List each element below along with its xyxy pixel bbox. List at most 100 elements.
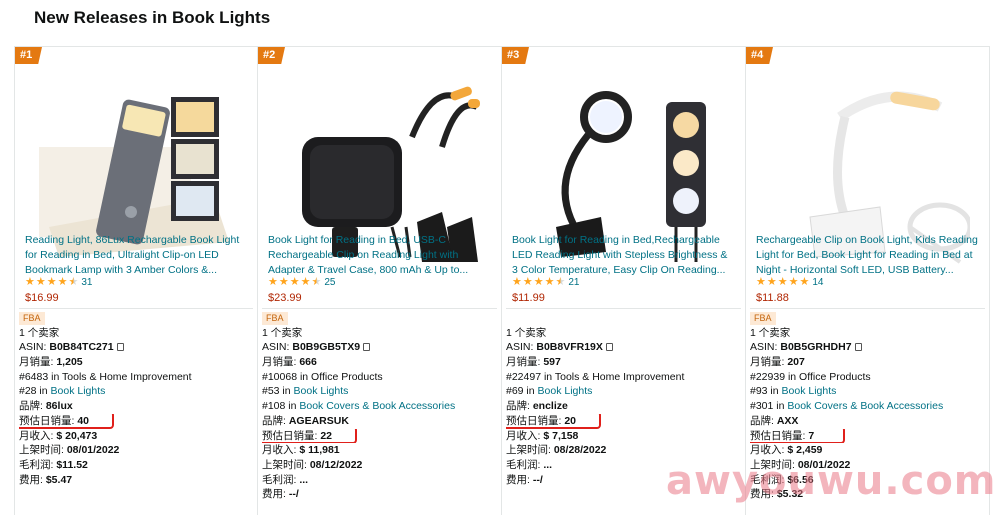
rank-badge: #3 [502, 47, 529, 64]
review-count-link[interactable]: 21 [568, 277, 579, 288]
rating-row[interactable]: ★ ★ ★ ★ ★ 14 [756, 276, 824, 289]
star-rating: ★ ★ ★ ★ ★ [268, 277, 321, 288]
listing-date-row: 上架时间: 08/28/2022 [506, 443, 742, 458]
sub-rank-category-link[interactable]: Book Lights [538, 385, 593, 397]
sub-rank-category-link[interactable]: Book Lights [782, 385, 837, 397]
daily-sales-row: 预估日销量: 22 [262, 428, 498, 444]
sub-rank-category-link[interactable]: Book Lights [51, 385, 106, 397]
divider [19, 308, 253, 309]
divider [750, 308, 985, 309]
asin-label: ASIN: [19, 341, 47, 354]
revenue-value: $ 20,473 [56, 429, 98, 442]
copy-icon[interactable] [363, 343, 371, 352]
daily-sales-row: 预估日销量: 20 [506, 413, 742, 429]
fee-row: 费用: $5.47 [19, 473, 255, 488]
star-icon: ★ [25, 276, 35, 288]
product-title-link[interactable]: Book Light for Reading in Bed, USB-C Rec… [268, 233, 490, 278]
star-icon: ★ [756, 276, 766, 288]
brand-value: enclize [532, 400, 568, 413]
highlight-box [262, 428, 357, 444]
revenue-row: 月收入: $ 11,981 [262, 443, 498, 458]
monthly-sales-value: 666 [299, 356, 317, 369]
daily-sales-row: 预估日销量: 40 [19, 413, 255, 429]
asin-row: ASIN: B0B5GRHDH7 [750, 340, 986, 355]
revenue-label: 月收入: [506, 429, 541, 442]
monthly-sales-value: 1,205 [56, 356, 83, 369]
rating-row[interactable]: ★ ★ ★ ★ ★ 21 [512, 276, 580, 289]
monthly-sales-value: 207 [787, 356, 805, 369]
margin-value: ... [299, 473, 309, 486]
fee-value: --/ [532, 473, 543, 486]
divider [262, 308, 497, 309]
rank-badge: #2 [258, 47, 285, 64]
margin-value: ... [543, 458, 553, 471]
asin-row: ASIN: B0B9GB5TX9 [262, 340, 498, 355]
revenue-value: $ 2,459 [787, 444, 823, 457]
sub2-rank-row: #108 in Book Covers & Book Accessories [262, 399, 498, 414]
margin-label: 毛利润: [262, 473, 297, 486]
star-icon: ★ [555, 276, 566, 288]
product-title-link[interactable]: Rechargeable Clip on Book Light, Kids Re… [756, 233, 978, 278]
brand-row: 品牌: AGEARSUK [262, 414, 498, 429]
brand-label: 品牌: [750, 414, 774, 427]
rating-row[interactable]: ★ ★ ★ ★ ★ 25 [268, 277, 336, 289]
star-icon: ★ [512, 276, 522, 288]
star-icon: ★ [46, 276, 57, 288]
review-count-link[interactable]: 14 [812, 277, 823, 288]
asin-value: B0B8VFR19X [536, 341, 603, 354]
product-title-link[interactable]: Reading Light, 86Lux Rechargable Book Li… [25, 233, 247, 278]
sellers-count: 1 个卖家 [506, 326, 547, 339]
product-card[interactable]: #4 Rechargeable Clip on Book Light, Kids… [746, 46, 990, 515]
monthly-sales-label: 月销量: [19, 356, 54, 369]
star-icon: ★ [788, 276, 799, 288]
review-count-link[interactable]: 25 [324, 277, 335, 288]
sub-rank-prefix: #53 in [262, 385, 291, 398]
sub-rank-row: #69 in Book Lights [506, 384, 742, 399]
asin-value: B0B5GRHDH7 [780, 341, 852, 354]
product-grid: #1 Reading Light, 86Lux Rechargable Book… [14, 46, 1000, 515]
sub2-rank-category-link[interactable]: Book Covers & Book Accessories [299, 400, 455, 412]
revenue-value: $ 11,981 [299, 444, 340, 457]
star-icon: ★ [68, 276, 79, 288]
review-count-link[interactable]: 31 [81, 277, 92, 288]
product-card[interactable]: #1 Reading Light, 86Lux Rechargable Book… [14, 46, 258, 515]
rating-row[interactable]: ★ ★ ★ ★ ★ 31 [25, 276, 93, 289]
highlight-box [750, 428, 845, 444]
fba-row [506, 311, 742, 326]
revenue-label: 月收入: [262, 444, 297, 457]
star-icon: ★ [533, 276, 544, 288]
asin-label: ASIN: [262, 341, 290, 354]
copy-icon[interactable] [116, 343, 124, 352]
sub-rank-prefix: #93 in [750, 385, 779, 398]
star-icon: ★ [289, 276, 300, 288]
product-title-link[interactable]: Book Light for Reading in Bed,Rechargeab… [512, 233, 734, 278]
product-card[interactable]: #2 Book Light for Reading in Bed, USB-C … [258, 46, 502, 515]
fba-badge: FBA [750, 312, 776, 325]
copy-icon[interactable] [854, 343, 862, 352]
monthly-sales-row: 月销量: 207 [750, 355, 986, 370]
fba-row: FBA [262, 311, 498, 326]
asin-label: ASIN: [506, 341, 534, 354]
revenue-row: 月收入: $ 7,158 [506, 429, 742, 444]
listing-date-value: 08/01/2022 [66, 444, 120, 457]
margin-label: 毛利润: [19, 458, 54, 471]
seller-stats-panel: FBA 1 个卖家 ASIN: B0B84TC271 月销量: 1,205 #6… [19, 311, 255, 487]
revenue-row: 月收入: $ 2,459 [750, 443, 986, 458]
sellers-count: 1 个卖家 [750, 326, 791, 339]
sub2-rank-prefix: #301 in [750, 400, 785, 413]
product-card[interactable]: #3 Book Light for Reading in Bed,Recharg… [502, 46, 746, 515]
sub2-rank-category-link[interactable]: Book Covers & Book Accessories [787, 400, 943, 412]
brand-row: 品牌: enclize [506, 399, 742, 414]
daily-sales-row: 预估日销量: 7 [750, 428, 986, 444]
star-icon: ★ [766, 276, 777, 288]
listing-date-label: 上架时间: [19, 444, 64, 457]
monthly-sales-label: 月销量: [750, 356, 785, 369]
star-icon: ★ [544, 276, 555, 288]
sub2-rank-row: #301 in Book Covers & Book Accessories [750, 399, 986, 414]
asin-value: B0B9GB5TX9 [292, 341, 361, 354]
copy-icon[interactable] [605, 343, 613, 352]
star-icon: ★ [57, 276, 68, 288]
listing-date-label: 上架时间: [262, 458, 307, 471]
sub-rank-category-link[interactable]: Book Lights [294, 385, 349, 397]
page-title: New Releases in Book Lights [34, 8, 271, 27]
